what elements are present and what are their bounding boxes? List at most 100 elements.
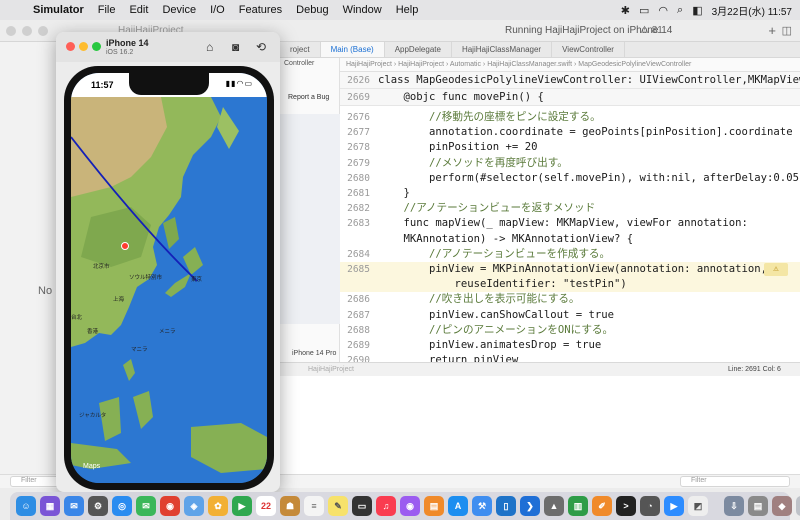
activity-monitor-icon[interactable]: ◔ <box>640 496 660 516</box>
numbers-icon[interactable]: ▥ <box>568 496 588 516</box>
zoom-icon[interactable]: ▶ <box>664 496 684 516</box>
messages-icon[interactable]: ✉ <box>136 496 156 516</box>
pages-icon[interactable]: ✐ <box>592 496 612 516</box>
music-icon[interactable]: ♫ <box>376 496 396 516</box>
device-selector[interactable]: iPhone 14 Pro <box>292 350 336 357</box>
close-button[interactable] <box>6 25 16 36</box>
keynote-icon[interactable]: ▲ <box>544 496 564 516</box>
code-line[interactable]: 2686 //吹き出しを表示可能にする。 <box>340 292 800 307</box>
wifi-icon[interactable]: ◠ <box>658 4 668 17</box>
sim-zoom-button[interactable] <box>92 42 101 51</box>
menu-io[interactable]: I/O <box>203 4 232 16</box>
code-line[interactable]: 2679 //メソッドを再度呼び出す。 <box>340 156 800 171</box>
sim-minimize-button[interactable] <box>79 42 88 51</box>
filter-input-right[interactable]: Filter <box>680 476 790 487</box>
code-line[interactable]: 2682 //アノテーションビューを返すメソッド <box>340 201 800 216</box>
code-editor[interactable]: 2626 class MapGeodesicPolylineViewControl… <box>340 72 800 362</box>
terminal-icon[interactable]: > <box>616 496 636 516</box>
code-line[interactable]: 2687 pinView.canShowCallout = true <box>340 308 800 323</box>
menu-features[interactable]: Features <box>232 4 289 16</box>
code-line[interactable]: 2685 pinView = MKPinAnnotationView(annot… <box>340 262 800 277</box>
chrome-icon[interactable]: ◉ <box>160 496 180 516</box>
tv-icon[interactable]: ▭ <box>352 496 372 516</box>
map-label-taipei[interactable]: 台北 <box>71 313 83 321</box>
menu-simulator[interactable]: Simulator <box>26 4 91 16</box>
vscode-icon[interactable]: ❯ <box>520 496 540 516</box>
code-line[interactable]: 2626 class MapGeodesicPolylineViewControl… <box>340 72 800 89</box>
sim-close-button[interactable] <box>66 42 75 51</box>
storyboard-scene[interactable] <box>280 114 340 324</box>
zoom-button[interactable] <box>38 25 48 36</box>
map-label-hongkong[interactable]: 香港 <box>87 327 99 335</box>
map-label-manila[interactable]: マニラ <box>131 346 148 353</box>
trash-icon[interactable]: 🗑 <box>796 496 800 516</box>
tab-classmanager[interactable]: HajiHajiClassManager <box>452 42 553 57</box>
rotate-icon[interactable]: ⟲ <box>256 40 266 54</box>
map-pin[interactable] <box>121 242 129 250</box>
recent-app-icon[interactable]: ◆ <box>772 496 792 516</box>
reminders-icon[interactable]: ≡ <box>304 496 324 516</box>
preview-icon[interactable]: ◩ <box>688 496 708 516</box>
simulator-icon[interactable]: ▯ <box>496 496 516 516</box>
settings-icon[interactable]: ⚙ <box>88 496 108 516</box>
code-line[interactable]: 2669 @objc func movePin() { <box>340 89 800 106</box>
bluetooth-icon[interactable]: ✱ <box>621 4 630 17</box>
mail-icon[interactable]: ✉ <box>64 496 84 516</box>
warning-count[interactable]: ⚠ 81 <box>640 25 663 36</box>
menu-help[interactable]: Help <box>389 4 426 16</box>
xcode-icon[interactable]: ⚒ <box>472 496 492 516</box>
map-label-tokyo[interactable]: 東京 <box>191 275 203 283</box>
downloads-folder-icon[interactable]: ⇩ <box>724 496 744 516</box>
minimize-button[interactable] <box>22 25 32 36</box>
facetime-icon[interactable]: ▶ <box>232 496 252 516</box>
menu-device[interactable]: Device <box>155 4 203 16</box>
map-label-jakarta[interactable]: ジャカルタ <box>79 411 106 419</box>
map-view[interactable]: 北京市 ソウル特別市 東京 上海 台北 香港 メニラ マニラ ジャカルタ <box>71 97 267 483</box>
safari-icon[interactable]: ◎ <box>112 496 132 516</box>
code-line[interactable]: 2684 //アノテーションビューを作成する。 <box>340 247 800 262</box>
iphone-screen[interactable]: 11:57 ▮▮◠▭ 北京市 ソウル特別市 東京 上海 台北 香港 メニラ マニ… <box>71 73 267 483</box>
map-label-sea[interactable]: メニラ <box>159 328 176 335</box>
map-label-beijing[interactable]: 北京市 <box>93 262 110 270</box>
home-icon[interactable]: ⌂ <box>206 40 213 54</box>
split-editor-icon[interactable]: ◫ <box>782 24 792 37</box>
recent-document-icon[interactable]: ▤ <box>748 496 768 516</box>
menu-debug[interactable]: Debug <box>289 4 335 16</box>
code-line[interactable]: 2680 perform(#selector(self.movePin), wi… <box>340 171 800 186</box>
books-icon[interactable]: ▤ <box>424 496 444 516</box>
code-line[interactable]: 2676 //移動先の座標をピンに設定する。 <box>340 110 800 125</box>
launchpad-icon[interactable]: ▦ <box>40 496 60 516</box>
calendar-icon[interactable]: 22 <box>256 496 276 516</box>
tab-main-base[interactable]: Main (Base) <box>320 42 385 57</box>
podcasts-icon[interactable]: ◉ <box>400 496 420 516</box>
tab-appdelegate[interactable]: AppDelegate <box>385 42 452 57</box>
map-label-seoul[interactable]: ソウル特別市 <box>129 273 163 281</box>
notes-icon[interactable]: ✎ <box>328 496 348 516</box>
control-center-icon[interactable]: ◧ <box>692 4 702 17</box>
code-line[interactable]: 2678 pinPosition += 20 <box>340 140 800 155</box>
code-line[interactable]: 2690 return pinView <box>340 353 800 362</box>
menubar-clock[interactable]: 3月22日(水) 11:57 <box>712 3 792 18</box>
appstore-icon[interactable]: A <box>448 496 468 516</box>
search-icon[interactable]: ⌕ <box>677 4 683 17</box>
code-line[interactable]: 2689 pinView.animatesDrop = true <box>340 338 800 353</box>
code-line[interactable]: 2681 } <box>340 186 800 201</box>
contacts-icon[interactable]: ☗ <box>280 496 300 516</box>
add-icon[interactable]: + <box>768 23 776 38</box>
code-line[interactable]: 2677 annotation.coordinate = geoPoints[p… <box>340 125 800 140</box>
finder-icon[interactable]: ☺ <box>16 496 36 516</box>
menu-window[interactable]: Window <box>336 4 389 16</box>
code-line[interactable]: 2683 func mapView(_ mapView: MKMapView, … <box>340 216 800 231</box>
code-line[interactable]: 2688 //ピンのアニメーションをONにする。 <box>340 323 800 338</box>
battery-icon[interactable]: ▭ <box>639 4 649 17</box>
menu-edit[interactable]: Edit <box>122 4 155 16</box>
report-bug-button[interactable]: Report a Bug <box>288 94 329 101</box>
photos-icon[interactable]: ✿ <box>208 496 228 516</box>
warning-badge-icon[interactable]: ⚠ <box>764 263 788 276</box>
screenshot-icon[interactable]: ◙ <box>232 40 239 54</box>
map-label-shanghai[interactable]: 上海 <box>113 295 125 303</box>
code-line[interactable]: MKAnnotation) -> MKAnnotationView? { <box>340 232 800 247</box>
maps-icon[interactable]: ◈ <box>184 496 204 516</box>
code-line[interactable]: reuseIdentifier: "testPin") <box>340 277 800 293</box>
tab-viewcontroller[interactable]: ViewController <box>552 42 625 57</box>
